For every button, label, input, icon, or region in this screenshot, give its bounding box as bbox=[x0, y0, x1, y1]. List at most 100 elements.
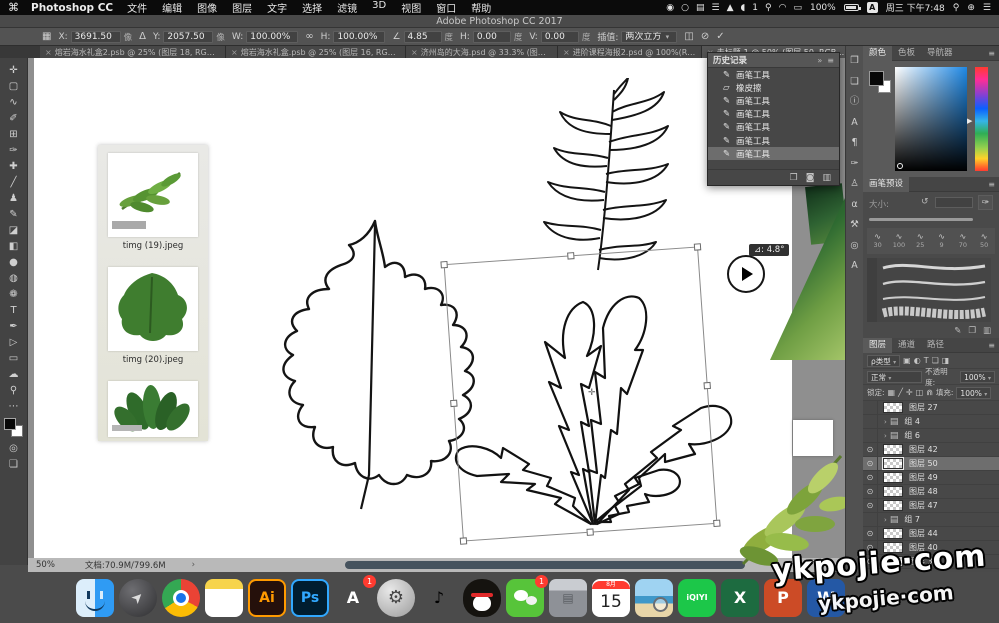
history-state-7[interactable]: ✎画笔工具 bbox=[708, 147, 839, 160]
dock-notes[interactable] bbox=[205, 579, 243, 617]
delete-brush-icon[interactable]: ▥ bbox=[983, 326, 991, 336]
menu-item-选择[interactable]: 选择 bbox=[302, 0, 322, 15]
hand-tool[interactable]: ☁ bbox=[0, 366, 28, 382]
panel-menu-icon[interactable]: ≡ bbox=[988, 49, 995, 58]
typekit-panel-icon[interactable]: A bbox=[851, 261, 858, 271]
layer-row-组 6[interactable]: ›▤组 6 bbox=[863, 429, 999, 443]
brush-settings-panel-icon[interactable]: ✑ bbox=[851, 159, 859, 169]
history-state-6[interactable]: ✎画笔工具 bbox=[708, 134, 839, 147]
key-icon[interactable]: ⚲ bbox=[765, 3, 772, 13]
history-state-5[interactable]: ✎画笔工具 bbox=[708, 121, 839, 134]
display-icon[interactable]: ▭ bbox=[793, 3, 802, 13]
brush-tool[interactable]: ╱ bbox=[0, 174, 28, 190]
layer-row-图层 47[interactable]: ⊙图层 47 bbox=[863, 499, 999, 513]
menu-item-图层[interactable]: 图层 bbox=[232, 0, 252, 15]
dock-qq[interactable] bbox=[463, 579, 501, 617]
zoom-level[interactable]: 50% bbox=[36, 560, 55, 570]
new-brush-icon[interactable]: ❐ bbox=[968, 326, 976, 336]
zoom-tool[interactable]: ⚲ bbox=[0, 382, 28, 398]
v-skew-field-input[interactable]: 0.00 bbox=[541, 31, 579, 43]
display-lock-icon[interactable]: ▤ bbox=[696, 3, 705, 13]
dock-illustrator[interactable]: Ai bbox=[248, 579, 286, 617]
dock-wechat[interactable]: 1 bbox=[506, 579, 544, 617]
window-title-bar[interactable]: Adobe Photoshop CC 2017 bbox=[0, 15, 999, 28]
libraries-panel-icon[interactable]: ❏ bbox=[850, 77, 859, 87]
menu-item-编辑[interactable]: 编辑 bbox=[162, 0, 182, 15]
history-state-1[interactable]: ✎画笔工具 bbox=[708, 68, 839, 81]
layer-row-图层 27[interactable]: 图层 27 bbox=[863, 401, 999, 415]
group-expand-arrow[interactable]: › bbox=[884, 432, 887, 440]
filter-icon-4[interactable]: ❏ bbox=[932, 356, 939, 365]
brush-stroke-toggle-icon[interactable]: ✎ bbox=[954, 326, 961, 336]
document-tab-1[interactable]: ×熔岩海水礼盒2.psb @ 25% (图层 18, RGB/8... bbox=[40, 46, 226, 58]
filter-icon-1[interactable]: ▣ bbox=[903, 356, 911, 365]
menu-item-3D[interactable]: 3D bbox=[372, 0, 386, 15]
layer-visibility-toggle[interactable]: ⊙ bbox=[863, 457, 878, 471]
brush-preset-1[interactable]: ∿30 bbox=[867, 228, 888, 254]
brush-size-reset-icon[interactable]: ↺ bbox=[921, 197, 929, 207]
layer-visibility-toggle[interactable] bbox=[863, 415, 878, 429]
layer-visibility-toggle[interactable]: ⊙ bbox=[863, 471, 878, 485]
dock-finder[interactable] bbox=[76, 579, 114, 617]
tab-close-icon[interactable]: × bbox=[45, 48, 52, 57]
cancel-transform-icon[interactable]: ⊘ bbox=[701, 31, 709, 42]
move-tool[interactable]: ✛ bbox=[0, 62, 28, 78]
menu-item-文字[interactable]: 文字 bbox=[267, 0, 287, 15]
layer-row-图层 50[interactable]: ⊙图层 50 bbox=[863, 457, 999, 471]
interpolation-select-input[interactable]: 两次立方 ▾ bbox=[621, 31, 677, 43]
gradient-tool[interactable]: ◧ bbox=[0, 238, 28, 254]
hue-slider-arrow[interactable]: ▶ bbox=[967, 117, 972, 125]
layer-row-组 7[interactable]: ›▤组 7 bbox=[863, 513, 999, 527]
new-snapshot-icon[interactable]: ◙ bbox=[806, 173, 815, 183]
swatches-panel-icon[interactable]: ❒ bbox=[850, 56, 859, 66]
spot-healing-tool[interactable]: ✚ bbox=[0, 158, 28, 174]
notification-center-icon[interactable]: ☰ bbox=[983, 3, 991, 13]
menu-item-滤镜[interactable]: 滤镜 bbox=[337, 0, 357, 15]
dock-chrome[interactable] bbox=[162, 579, 200, 617]
tab-颜色[interactable]: 颜色 bbox=[863, 46, 892, 61]
panel-menu-icon[interactable]: ≡ bbox=[827, 56, 834, 65]
tab-brush-presets[interactable]: 画笔预设 bbox=[863, 177, 909, 192]
delete-state-icon[interactable]: ▥ bbox=[822, 173, 831, 183]
document-tab-4[interactable]: ×进阶课程海报2.psd @ 100%(RGB/8)... bbox=[558, 46, 702, 58]
shape-tool[interactable]: ▭ bbox=[0, 350, 28, 366]
tab-色板[interactable]: 色板 bbox=[892, 46, 921, 61]
menu-item-文件[interactable]: 文件 bbox=[127, 0, 147, 15]
panel-foreground-swatch[interactable] bbox=[869, 71, 884, 86]
transform-reference-point[interactable]: ✛ bbox=[588, 388, 596, 398]
transform-handle-n[interactable] bbox=[567, 252, 574, 259]
transform-handle-s[interactable] bbox=[586, 528, 593, 535]
collapse-panel-icon[interactable]: » bbox=[817, 56, 822, 65]
panel-menu-icon[interactable]: ≡ bbox=[988, 180, 995, 189]
history-state-3[interactable]: ✎画笔工具 bbox=[708, 94, 839, 107]
tab-close-icon[interactable]: × bbox=[563, 48, 570, 57]
filter-icon-3[interactable]: T bbox=[924, 356, 929, 365]
dock-app-store[interactable]: A1 bbox=[334, 579, 372, 617]
filter-icon-5[interactable]: ◨ bbox=[942, 356, 950, 365]
dock-printer[interactable]: ▤ bbox=[549, 579, 587, 617]
menu-item-帮助[interactable]: 帮助 bbox=[471, 0, 491, 15]
tool-presets-panel-icon[interactable]: ⚒ bbox=[850, 220, 859, 230]
dock-iqiyi[interactable]: iQIYI bbox=[678, 579, 716, 617]
mountain-icon[interactable]: ▲ bbox=[727, 3, 734, 13]
layer-visibility-toggle[interactable]: ⊙ bbox=[863, 527, 878, 541]
tab-通道[interactable]: 通道 bbox=[892, 338, 921, 353]
spotlight-icon[interactable]: ⚲ bbox=[953, 3, 960, 13]
chat-badge[interactable]: 1 bbox=[752, 3, 758, 13]
foreground-color-swatch[interactable] bbox=[4, 418, 16, 430]
history-state-2[interactable]: ▱橡皮擦 bbox=[708, 81, 839, 94]
link-dimensions-icon[interactable]: ∞ bbox=[305, 31, 313, 42]
x-field-input[interactable]: 3691.50 bbox=[71, 31, 121, 43]
type-tool[interactable]: T bbox=[0, 302, 28, 318]
toggle-brush-panel-button[interactable]: ✑ bbox=[978, 195, 993, 210]
eyedropper-tool[interactable]: ✑ bbox=[0, 142, 28, 158]
transform-handle-sw[interactable] bbox=[460, 537, 467, 544]
filter-icon-2[interactable]: ◐ bbox=[914, 356, 921, 365]
brush-preset-3[interactable]: ∿25 bbox=[910, 228, 931, 254]
info-panel-icon[interactable]: ⓘ bbox=[850, 97, 860, 107]
color-swatch-widget[interactable] bbox=[4, 418, 24, 438]
smudge-tool[interactable]: ❁ bbox=[0, 286, 28, 302]
lock-icon-1[interactable]: ▦ bbox=[888, 388, 896, 397]
layer-filter-select[interactable]: ρ类型 ▾ bbox=[867, 355, 900, 367]
height-field-input[interactable]: 100.00% bbox=[333, 31, 385, 43]
